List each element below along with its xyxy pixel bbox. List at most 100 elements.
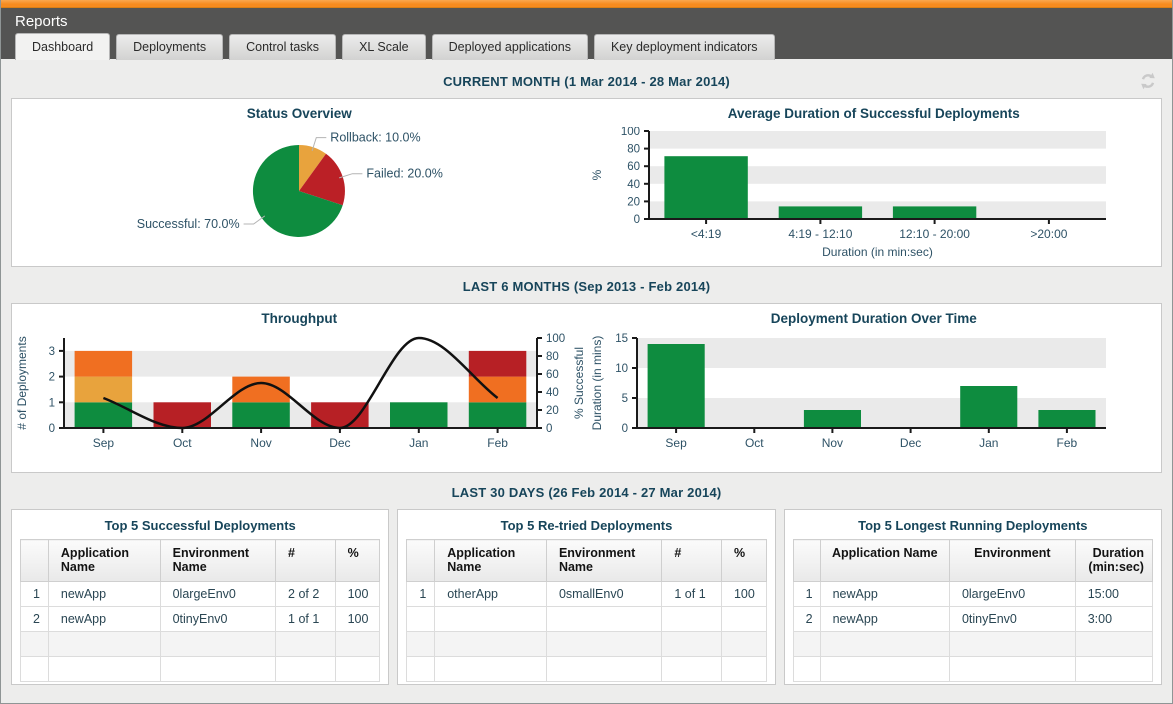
tab-deployed-applications[interactable]: Deployed applications: [432, 34, 588, 60]
table-row: 1otherApp0smallEnv01 of 1100: [407, 582, 766, 607]
table-cell: newApp: [820, 607, 949, 632]
table-cell: 1: [407, 582, 435, 607]
duration-over-time-chart: Deployment Duration Over Time 051015SepO…: [587, 304, 1162, 472]
section-header-last-6-months: LAST 6 MONTHS (Sep 2013 - Feb 2014): [11, 267, 1162, 303]
svg-text:40: 40: [546, 387, 559, 399]
column-header: #: [662, 540, 722, 582]
throughput-chart: Throughput 0123SepOctNovDecJanFeb# of De…: [12, 304, 587, 472]
tab-control-tasks[interactable]: Control tasks: [229, 34, 336, 60]
svg-text:Duration (in min:sec): Duration (in min:sec): [822, 245, 933, 259]
app-header: Reports DashboardDeploymentsControl task…: [1, 8, 1172, 59]
section-title: CURRENT MONTH (1 Mar 2014 - 28 Mar 2014): [443, 74, 730, 89]
table-cell: [949, 657, 1075, 682]
svg-text:Feb: Feb: [487, 436, 508, 450]
table-cell: newApp: [48, 607, 160, 632]
section-title: LAST 30 DAYS (26 Feb 2014 - 27 Mar 2014): [452, 485, 722, 500]
pie-chart-canvas: Rollback: 10.0%Failed: 20.0%Successful: …: [12, 127, 587, 263]
table-cell: 1: [793, 582, 820, 607]
table-title: Top 5 Successful Deployments: [12, 510, 388, 539]
table-cell: [21, 632, 49, 657]
table-cell: newApp: [820, 582, 949, 607]
table-cell: [546, 632, 661, 657]
table-cell: 1 of 1: [662, 582, 722, 607]
refresh-icon[interactable]: [1138, 71, 1158, 91]
svg-text:Sep: Sep: [665, 436, 687, 450]
table-cell: 0smallEnv0: [546, 582, 661, 607]
column-header: #: [276, 540, 336, 582]
svg-text:20: 20: [627, 196, 640, 208]
svg-text:60: 60: [546, 369, 559, 381]
table-cell: [435, 657, 547, 682]
table-cell: 100: [335, 582, 380, 607]
chart-title: Throughput: [12, 304, 587, 332]
tab-key-deployment-indicators[interactable]: Key deployment indicators: [594, 34, 775, 60]
svg-text:0: 0: [633, 214, 639, 226]
tab-bar: DashboardDeploymentsControl tasksXL Scal…: [1, 34, 1172, 60]
svg-text:% Successful: % Successful: [572, 347, 586, 419]
app-window: Reports DashboardDeploymentsControl task…: [0, 0, 1173, 704]
svg-text:Failed: 20.0%: Failed: 20.0%: [366, 167, 442, 181]
column-header: Application Name: [48, 540, 160, 582]
tab-deployments[interactable]: Deployments: [116, 34, 223, 60]
svg-text:5: 5: [621, 393, 627, 405]
svg-text:100: 100: [546, 333, 565, 345]
bar-chart-canvas: 051015SepOctNovDecJanFebDuration (in min…: [587, 332, 1162, 472]
table-cell: [1075, 632, 1152, 657]
table-cell: 2 of 2: [276, 582, 336, 607]
svg-text:1: 1: [49, 397, 55, 409]
tab-xl-scale[interactable]: XL Scale: [342, 34, 426, 60]
table-cell: [949, 632, 1075, 657]
table-row: 1newApp0largeEnv02 of 2100: [21, 582, 380, 607]
table-row: 2newApp0tinyEnv01 of 1100: [21, 607, 380, 632]
table-cell: [721, 632, 766, 657]
table-cell: [335, 632, 380, 657]
table-cell: [793, 632, 820, 657]
table-cell: 0tinyEnv0: [160, 607, 275, 632]
svg-text:>20:00: >20:00: [1030, 227, 1067, 241]
svg-text:Oct: Oct: [744, 436, 763, 450]
table-cell: newApp: [48, 582, 160, 607]
column-header: %: [335, 540, 380, 582]
svg-text:60: 60: [627, 161, 640, 173]
svg-text:0: 0: [49, 423, 55, 435]
chart-title: Deployment Duration Over Time: [587, 304, 1162, 332]
table-cell: [407, 607, 435, 632]
top5-longest-panel: Top 5 Longest Running Deployments Applic…: [784, 509, 1162, 685]
table-row: 1newApp0largeEnv015:00: [793, 582, 1152, 607]
top5-retried-panel: Top 5 Re-tried Deployments Application N…: [397, 509, 775, 685]
table-cell: 0largeEnv0: [160, 582, 275, 607]
tab-dashboard[interactable]: Dashboard: [15, 33, 110, 60]
table-cell: [407, 657, 435, 682]
table-cell: [546, 657, 661, 682]
table-cell: [662, 657, 722, 682]
column-header: Environment: [949, 540, 1075, 582]
column-header: Environment Name: [160, 540, 275, 582]
table-cell: 100: [335, 607, 380, 632]
table-row: [21, 657, 380, 682]
last-6-months-panel: Throughput 0123SepOctNovDecJanFeb# of De…: [11, 303, 1162, 473]
column-header: Environment Name: [546, 540, 661, 582]
table-cell: [793, 657, 820, 682]
table-cell: [820, 657, 949, 682]
table-row: [407, 632, 766, 657]
table-cell: [435, 632, 547, 657]
chart-title: Status Overview: [12, 99, 587, 127]
svg-text:Jan: Jan: [409, 436, 428, 450]
table-cell: 0largeEnv0: [949, 582, 1075, 607]
column-header: [407, 540, 435, 582]
table-row: [793, 657, 1152, 682]
table-cell: 0tinyEnv0: [949, 607, 1075, 632]
svg-text:0: 0: [546, 423, 552, 435]
table-cell: 3:00: [1075, 607, 1152, 632]
svg-text:# of Deployments: # of Deployments: [15, 336, 29, 429]
table-cell: 1 of 1: [276, 607, 336, 632]
section-header-last-30-days: LAST 30 DAYS (26 Feb 2014 - 27 Mar 2014): [11, 473, 1162, 509]
table-cell: [435, 607, 547, 632]
top5-successful-panel: Top 5 Successful Deployments Application…: [11, 509, 389, 685]
svg-text:20: 20: [546, 405, 559, 417]
section-title: LAST 6 MONTHS (Sep 2013 - Feb 2014): [463, 279, 711, 294]
svg-text:10: 10: [615, 363, 628, 375]
svg-text:Feb: Feb: [1056, 436, 1077, 450]
top5-tables-row: Top 5 Successful Deployments Application…: [11, 509, 1162, 685]
top5-successful-table: Application NameEnvironment Name#%1newAp…: [20, 539, 380, 682]
